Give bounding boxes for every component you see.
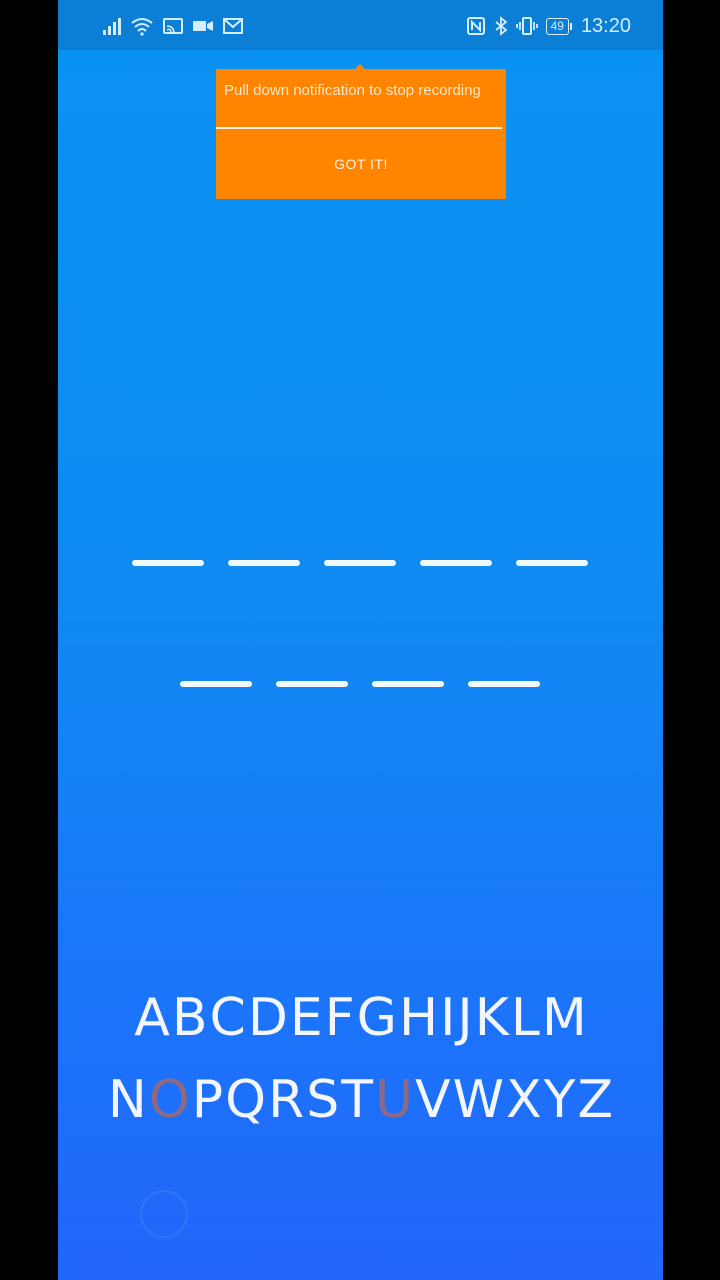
bluetooth-icon	[495, 16, 508, 36]
keyboard-row-2: N O P Q R S T U V W X Y Z	[58, 1070, 663, 1130]
letter-blank	[132, 560, 204, 566]
key-x[interactable]: X	[505, 1070, 543, 1130]
battery-level: 49	[545, 17, 573, 35]
letter-blank	[468, 681, 540, 687]
key-n[interactable]: N	[107, 1070, 148, 1130]
key-p[interactable]: P	[191, 1070, 224, 1130]
recording-tooltip: Pull down notification to stop recording…	[216, 69, 506, 199]
letter-blank	[372, 681, 444, 687]
status-right-icons: 49 13:20	[466, 14, 631, 38]
key-m[interactable]: M	[541, 988, 588, 1048]
key-u[interactable]: U	[374, 1070, 414, 1130]
wifi-icon	[131, 18, 153, 36]
tooltip-message: Pull down notification to stop recording	[224, 82, 481, 99]
faded-circle-decoration	[140, 1190, 188, 1238]
vibrate-icon	[515, 17, 538, 35]
letter-blank	[228, 560, 300, 566]
key-t[interactable]: T	[340, 1070, 374, 1130]
key-l[interactable]: L	[510, 988, 541, 1048]
letter-blank	[276, 681, 348, 687]
key-k[interactable]: K	[474, 988, 510, 1048]
app-screen: 49 13:20 Pull down notification to stop …	[58, 0, 663, 1280]
key-d[interactable]: D	[247, 988, 289, 1048]
key-s[interactable]: S	[305, 1070, 340, 1130]
video-icon	[193, 21, 213, 31]
key-i[interactable]: I	[439, 988, 456, 1048]
key-y[interactable]: Y	[543, 1070, 577, 1130]
key-a[interactable]: A	[133, 988, 171, 1048]
key-j[interactable]: J	[456, 988, 473, 1048]
cast-icon	[163, 18, 183, 34]
key-o[interactable]: O	[148, 1070, 191, 1130]
status-bar: 49 13:20	[58, 0, 663, 50]
key-h[interactable]: H	[398, 988, 439, 1048]
letter-blank	[180, 681, 252, 687]
keyboard-row-1: A B C D E F G H I J K L M	[58, 988, 663, 1048]
key-w[interactable]: W	[452, 1070, 505, 1130]
key-r[interactable]: R	[267, 1070, 305, 1130]
nfc-icon	[466, 17, 485, 35]
mail-icon	[223, 18, 243, 34]
key-z[interactable]: Z	[576, 1070, 614, 1130]
letter-blank	[324, 560, 396, 566]
clock: 13:20	[580, 14, 631, 37]
key-c[interactable]: C	[209, 988, 247, 1048]
key-b[interactable]: B	[171, 988, 209, 1048]
key-f[interactable]: F	[324, 988, 356, 1048]
key-e[interactable]: E	[289, 988, 324, 1048]
key-v[interactable]: V	[414, 1070, 452, 1130]
letter-blank	[516, 560, 588, 566]
status-left-icons	[102, 14, 244, 38]
key-q[interactable]: Q	[224, 1070, 267, 1130]
signal-icon	[103, 18, 121, 35]
key-g[interactable]: G	[356, 988, 398, 1048]
got-it-button[interactable]: GOT IT!	[216, 129, 506, 199]
letter-blank	[420, 560, 492, 566]
